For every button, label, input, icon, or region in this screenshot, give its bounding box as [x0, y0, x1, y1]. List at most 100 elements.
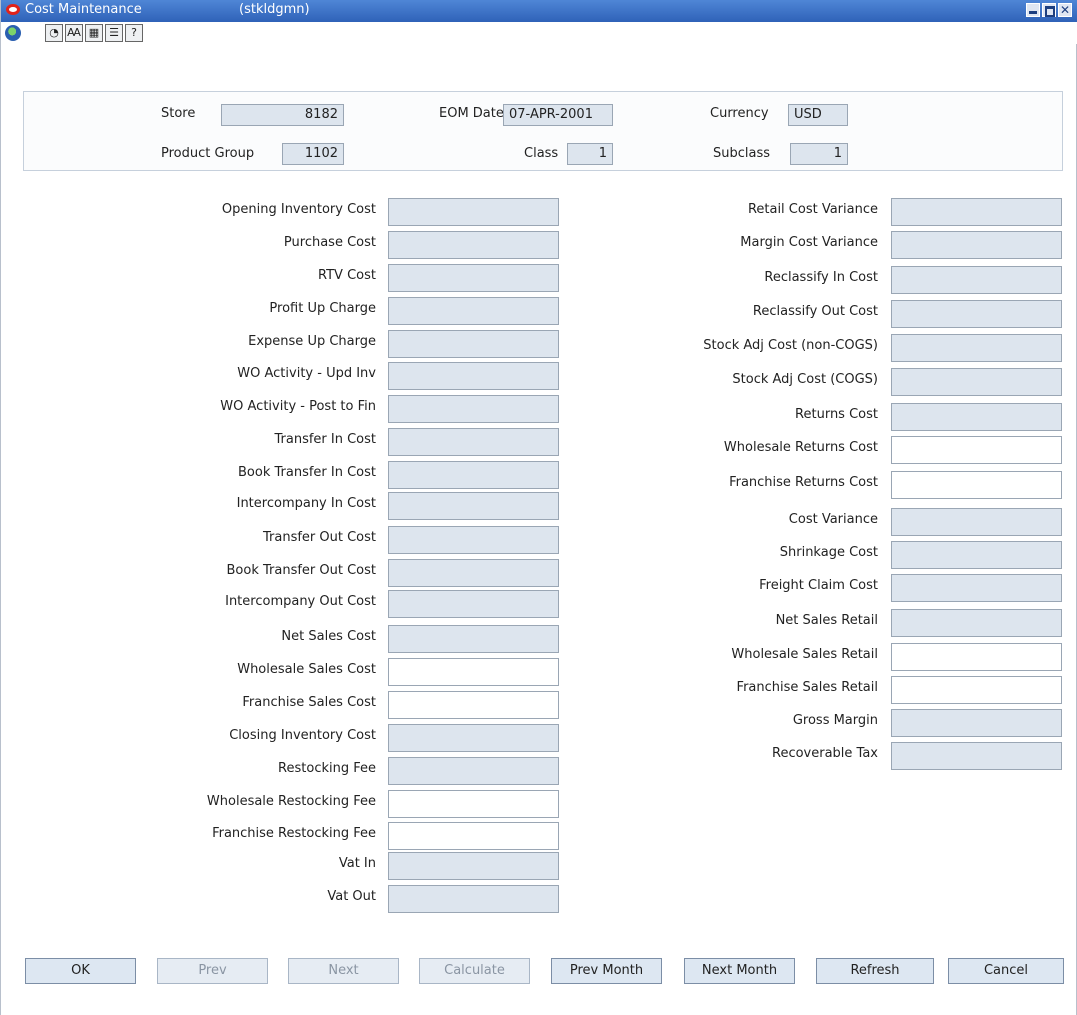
- store-label: Store: [161, 106, 196, 121]
- right-value-field: [891, 403, 1062, 431]
- window-title: Cost Maintenance: [25, 2, 142, 17]
- left-value-field: [388, 526, 559, 554]
- store-field: 8182: [221, 104, 344, 126]
- right-field-label: Wholesale Sales Retail: [731, 647, 878, 662]
- left-field-label: Purchase Cost: [283, 235, 376, 250]
- right-value-field[interactable]: [891, 643, 1062, 671]
- left-field-label: Franchise Restocking Fee: [212, 826, 376, 841]
- left-value-field: [388, 852, 559, 880]
- left-value-field[interactable]: [388, 658, 559, 686]
- cost-maintenance-window: Cost Maintenance (stkldgmn) ✕ ◔ Ꜳ ▦ ☰ ? …: [0, 0, 1077, 1015]
- maximize-icon[interactable]: [1042, 3, 1056, 17]
- right-field-label: Cost Variance: [788, 512, 878, 527]
- right-field-label: Returns Cost: [795, 407, 878, 422]
- question-icon[interactable]: ?: [125, 24, 143, 42]
- left-value-field: [388, 757, 559, 785]
- right-value-field: [891, 742, 1062, 770]
- left-field-label: Wholesale Sales Cost: [237, 662, 376, 677]
- left-field-label: WO Activity - Post to Fin: [220, 399, 376, 414]
- next-month-button[interactable]: Next Month: [684, 958, 795, 984]
- prev-month-button[interactable]: Prev Month: [551, 958, 662, 984]
- calculate-button[interactable]: Calculate: [419, 958, 530, 984]
- minimize-icon[interactable]: [1026, 3, 1040, 17]
- left-value-field: [388, 625, 559, 653]
- left-field-label: Vat Out: [327, 889, 376, 904]
- ok-button[interactable]: OK: [25, 958, 136, 984]
- left-field-label: Transfer In Cost: [274, 432, 376, 447]
- left-value-field: [388, 724, 559, 752]
- left-value-field: [388, 395, 559, 423]
- help-icon[interactable]: ◔: [45, 24, 63, 42]
- window-subtitle: (stkldgmn): [239, 2, 310, 17]
- right-field-label: Franchise Returns Cost: [729, 475, 878, 490]
- list-icon[interactable]: ☰: [105, 24, 123, 42]
- left-value-field: [388, 885, 559, 913]
- right-value-field[interactable]: [891, 471, 1062, 499]
- cancel-button[interactable]: Cancel: [948, 958, 1064, 984]
- right-value-field: [891, 574, 1062, 602]
- right-value-field: [891, 368, 1062, 396]
- product-group-label: Product Group: [161, 146, 255, 161]
- right-value-field[interactable]: [891, 676, 1062, 704]
- refresh-button[interactable]: Refresh: [816, 958, 934, 984]
- left-value-field: [388, 231, 559, 259]
- left-field-label: Restocking Fee: [278, 761, 376, 776]
- currency-label: Currency: [710, 106, 769, 121]
- eom-date-label: EOM Date: [439, 106, 504, 121]
- left-value-field[interactable]: [388, 790, 559, 818]
- right-value-field: [891, 198, 1062, 226]
- right-value-field[interactable]: [891, 436, 1062, 464]
- prev-button[interactable]: Prev: [157, 958, 268, 984]
- right-field-label: Wholesale Returns Cost: [723, 440, 878, 455]
- left-value-field: [388, 330, 559, 358]
- right-field-label: Shrinkage Cost: [779, 545, 878, 560]
- next-button[interactable]: Next: [288, 958, 399, 984]
- globe-icon[interactable]: [5, 25, 21, 41]
- left-value-field: [388, 297, 559, 325]
- right-field-label: Freight Claim Cost: [759, 578, 878, 593]
- subclass-label: Subclass: [713, 146, 771, 161]
- left-value-field: [388, 264, 559, 292]
- eom-date-field: 07-APR-2001: [503, 104, 613, 126]
- left-field-label: Book Transfer In Cost: [238, 465, 376, 480]
- class-label: Class: [524, 146, 559, 161]
- subclass-field: 1: [790, 143, 848, 165]
- left-field-label: Wholesale Restocking Fee: [206, 794, 376, 809]
- left-field-label: Profit Up Charge: [269, 301, 376, 316]
- currency-field: USD: [788, 104, 848, 126]
- right-value-field: [891, 266, 1062, 294]
- right-field-label: Retail Cost Variance: [747, 202, 878, 217]
- left-field-label: Franchise Sales Cost: [242, 695, 376, 710]
- left-field-label: Closing Inventory Cost: [229, 728, 376, 743]
- left-value-field[interactable]: [388, 691, 559, 719]
- close-icon[interactable]: ✕: [1058, 3, 1072, 17]
- right-field-label: Stock Adj Cost (COGS): [732, 372, 878, 387]
- right-field-label: Gross Margin: [792, 713, 878, 728]
- right-value-field: [891, 300, 1062, 328]
- left-value-field: [388, 428, 559, 456]
- find-icon[interactable]: Ꜳ: [65, 24, 83, 42]
- right-field-label: Stock Adj Cost (non-COGS): [703, 338, 878, 353]
- left-field-label: Vat In: [338, 856, 376, 871]
- right-value-field: [891, 334, 1062, 362]
- left-field-label: WO Activity - Upd Inv: [237, 366, 376, 381]
- left-value-field: [388, 461, 559, 489]
- left-value-field[interactable]: [388, 822, 559, 850]
- left-field-label: Transfer Out Cost: [262, 530, 376, 545]
- left-value-field: [388, 492, 559, 520]
- left-value-field: [388, 362, 559, 390]
- right-value-field: [891, 231, 1062, 259]
- left-field-label: Intercompany In Cost: [236, 496, 376, 511]
- left-field-label: Intercompany Out Cost: [225, 594, 376, 609]
- oracle-logo-icon: [6, 4, 20, 15]
- right-value-field: [891, 508, 1062, 536]
- product-group-field: 1102: [282, 143, 344, 165]
- class-field: 1: [567, 143, 613, 165]
- right-field-label: Reclassify Out Cost: [752, 304, 878, 319]
- right-value-field: [891, 541, 1062, 569]
- left-value-field: [388, 559, 559, 587]
- calendar-icon[interactable]: ▦: [85, 24, 103, 42]
- left-value-field: [388, 198, 559, 226]
- right-value-field: [891, 609, 1062, 637]
- left-field-label: Expense Up Charge: [248, 334, 376, 349]
